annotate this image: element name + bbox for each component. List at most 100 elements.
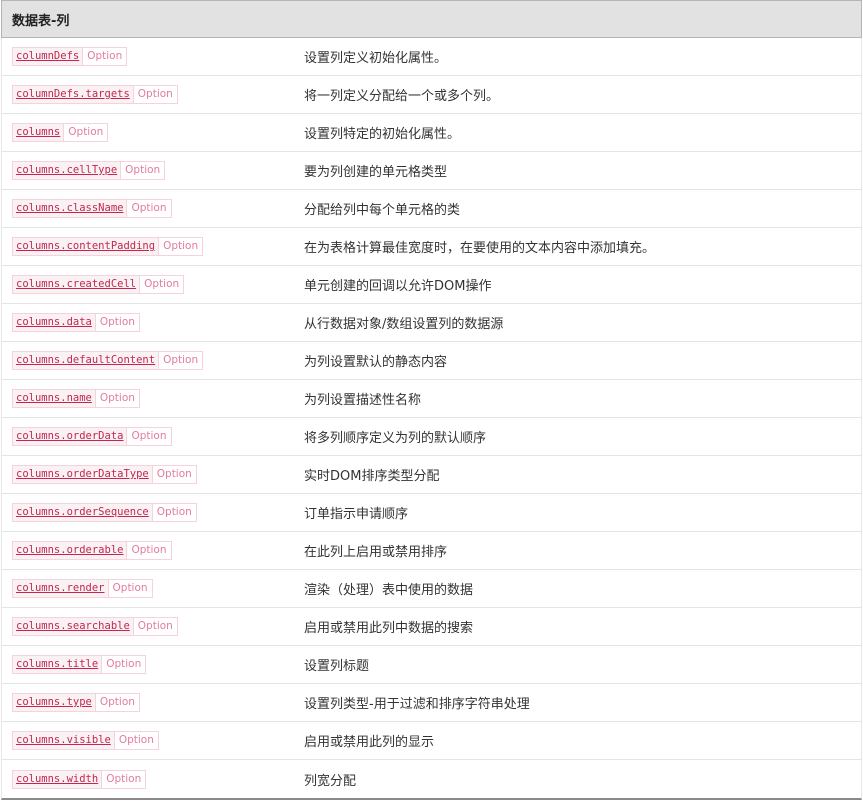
option-tag: columns.contentPadding Option: [12, 237, 204, 256]
option-tag: columns.className Option: [12, 199, 172, 218]
table-row: columns Option 设置列特定的初始化属性。: [2, 114, 861, 152]
option-link[interactable]: columns.searchable: [13, 618, 133, 635]
table-row: columns.orderSequence Option 订单指示申请顺序: [2, 494, 861, 532]
option-type-badge: Option: [113, 732, 158, 749]
option-link[interactable]: columns.type: [13, 694, 95, 711]
option-type-badge: Option: [126, 542, 171, 559]
option-type-badge: Option: [101, 770, 146, 788]
table-body: columnDefs Option 设置列定义初始化属性。 columnDefs.t…: [1, 38, 862, 800]
option-type-badge: Option: [94, 390, 139, 407]
table-row: columns.type Option 设置列类型-用于过滤和排序字符串处理: [2, 684, 861, 722]
option-link[interactable]: columns.orderSequence: [13, 504, 152, 521]
option-link[interactable]: columns.visible: [13, 732, 114, 749]
table-row: columns.searchable Option 启用或禁用此列中数据的搜索: [2, 608, 861, 646]
option-tag: columnDefs.targets Option: [12, 85, 178, 104]
table-row: columns.orderDataType Option 实时DOM排序类型分配: [2, 456, 861, 494]
option-link[interactable]: columns.title: [13, 656, 102, 673]
option-tag: columns.data Option: [12, 313, 140, 332]
option-tag: columns.visible Option: [12, 731, 159, 750]
table-row: columns.defaultContent Option 为列设置默认的静态内容: [2, 342, 861, 380]
option-tag: columns.width Option: [12, 769, 147, 789]
option-tag: columns.searchable Option: [12, 617, 178, 636]
option-tag: columns.orderData Option: [12, 427, 172, 446]
option-description: 要为列创建的单元格类型: [304, 165, 448, 180]
option-type-badge: Option: [101, 656, 146, 673]
option-type-badge: Option: [158, 238, 203, 255]
table-header: 数据表-列: [1, 0, 862, 38]
option-link[interactable]: columns.render: [13, 580, 108, 597]
table-row: columns.cellType Option 要为列创建的单元格类型: [2, 152, 861, 190]
option-link[interactable]: columns.data: [13, 314, 95, 331]
option-description: 单元创建的回调以允许DOM操作: [304, 279, 492, 294]
option-description: 启用或禁用此列的显示: [304, 735, 435, 750]
option-type-badge: Option: [94, 314, 139, 331]
option-description: 为列设置描述性名称: [304, 393, 422, 408]
table-title: 数据表-列: [12, 13, 70, 29]
option-tag: columns.render Option: [12, 579, 153, 598]
table-row: columns.className Option 分配给列中每个单元格的类: [2, 190, 861, 228]
table-row: columns.orderData Option 将多列顺序定义为列的默认顺序: [2, 418, 861, 456]
option-tag: columns.createdCell Option: [12, 275, 185, 294]
table-row: columns.visible Option 启用或禁用此列的显示: [2, 722, 861, 760]
option-type-badge: Option: [120, 162, 165, 179]
option-type-badge: Option: [139, 276, 184, 293]
option-type-badge: Option: [151, 466, 196, 483]
table-row: columns.createdCell Option 单元创建的回调以允许DOM操作: [2, 266, 861, 304]
table-row: columns.orderable Option 在此列上启用或禁用排序: [2, 532, 861, 570]
option-description: 设置列定义初始化属性。: [304, 51, 448, 66]
option-description: 实时DOM排序类型分配: [304, 469, 440, 484]
option-link[interactable]: columnDefs: [13, 48, 83, 65]
option-description: 设置列特定的初始化属性。: [304, 127, 461, 142]
option-tag: columns.orderable Option: [12, 541, 172, 560]
option-type-badge: Option: [63, 124, 108, 141]
table-row: columns.contentPadding Option 在为表格计算最佳宽度时，…: [2, 228, 861, 266]
table-row: columns.title Option 设置列标题: [2, 646, 861, 684]
option-tag: columns Option: [12, 123, 109, 142]
option-description: 渲染（处理）表中使用的数据: [304, 583, 474, 598]
table-row: columns.width Option 列宽分配: [2, 760, 861, 798]
option-description: 将多列顺序定义为列的默认顺序: [304, 431, 487, 446]
table-row: columns.data Option 从行数据对象/数组设置列的数据源: [2, 304, 861, 342]
option-description: 为列设置默认的静态内容: [304, 355, 448, 370]
table-row: columns.name Option 为列设置描述性名称: [2, 380, 861, 418]
table-row: columnDefs.targets Option 将一列定义分配给一个或多个列。: [2, 76, 861, 114]
option-tag: columns.orderSequence Option: [12, 503, 197, 522]
option-description: 在为表格计算最佳宽度时，在要使用的文本内容中添加填充。: [304, 241, 656, 256]
option-link[interactable]: columns.orderDataType: [13, 466, 152, 483]
option-link[interactable]: columns.defaultContent: [13, 352, 159, 369]
option-type-badge: Option: [132, 86, 177, 103]
option-description: 设置列标题: [304, 659, 370, 674]
table-row: columns.render Option 渲染（处理）表中使用的数据: [2, 570, 861, 608]
option-description: 在此列上启用或禁用排序: [304, 545, 448, 560]
option-description: 从行数据对象/数组设置列的数据源: [304, 317, 504, 332]
option-link[interactable]: columns: [13, 124, 64, 141]
option-link[interactable]: columns.contentPadding: [13, 238, 159, 255]
option-type-badge: Option: [107, 580, 152, 597]
option-description: 分配给列中每个单元格的类: [304, 203, 461, 218]
option-description: 列宽分配: [304, 773, 357, 789]
option-link[interactable]: columns.name: [13, 390, 95, 407]
option-link[interactable]: columns.cellType: [13, 162, 121, 179]
option-description: 订单指示申请顺序: [304, 507, 409, 522]
table-row: columnDefs Option 设置列定义初始化属性。: [2, 38, 861, 76]
option-description: 设置列类型-用于过滤和排序字符串处理: [304, 697, 530, 712]
option-tag: columns.cellType Option: [12, 161, 166, 180]
option-tag: columns.defaultContent Option: [12, 351, 204, 370]
option-type-badge: Option: [151, 504, 196, 521]
option-description: 启用或禁用此列中数据的搜索: [304, 621, 474, 636]
option-tag: columns.type Option: [12, 693, 140, 712]
option-link[interactable]: columnDefs.targets: [13, 86, 133, 103]
option-link[interactable]: columns.className: [13, 200, 127, 217]
option-link[interactable]: columns.width: [13, 770, 102, 788]
option-link[interactable]: columns.orderable: [13, 542, 127, 559]
option-description: 将一列定义分配给一个或多个列。: [304, 89, 500, 104]
option-link[interactable]: columns.orderData: [13, 428, 127, 445]
option-type-badge: Option: [126, 200, 171, 217]
option-link[interactable]: columns.createdCell: [13, 276, 140, 293]
option-type-badge: Option: [82, 48, 127, 65]
option-type-badge: Option: [158, 352, 203, 369]
option-tag: columns.orderDataType Option: [12, 465, 197, 484]
option-type-badge: Option: [126, 428, 171, 445]
option-tag: columns.name Option: [12, 389, 140, 408]
option-tag: columnDefs Option: [12, 47, 128, 66]
